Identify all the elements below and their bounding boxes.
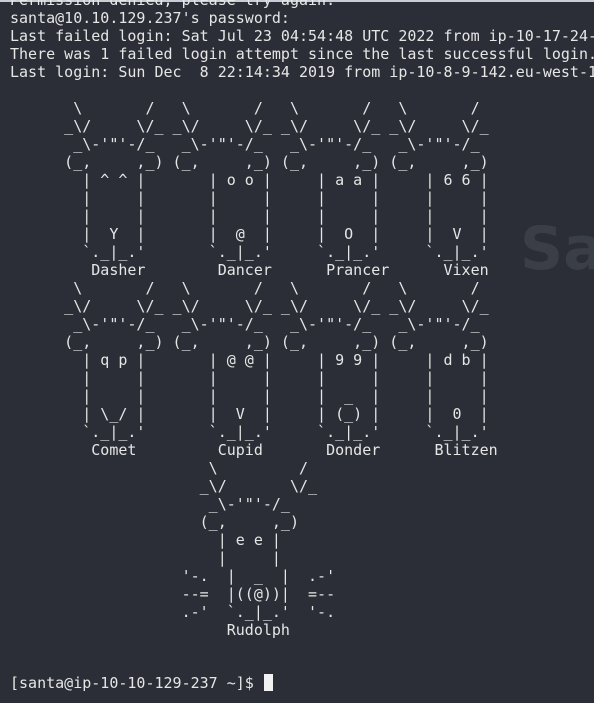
- output-line: Last failed login: Sat Jul 23 04:54:48 U…: [10, 27, 594, 45]
- reindeer-art-line: (_, ,_) (_, ,_) (_, ,_) (_, ,_): [10, 333, 489, 351]
- reindeer-art-line: | \_/ | | V | | (_) | | 0 |: [10, 405, 489, 423]
- terminal-window[interactable]: Santa Permission denied, please try agai…: [0, 0, 594, 703]
- reindeer-art-line: | | | | | | | |: [10, 189, 489, 207]
- rudolph-art-line: | e e |: [10, 531, 281, 549]
- reindeer-art-line: _\/ \/_ _\/ \/_ _\/ \/_ _\/ \/_: [10, 117, 489, 135]
- shell-prompt-line[interactable]: [santa@ip-10-10-129-237 ~]$: [10, 674, 273, 692]
- rudolph-art-line: (_, ,_): [10, 513, 299, 531]
- rudolph-art-line: | |: [10, 549, 281, 567]
- reindeer-art-line: `._|_.' `._|_.' `._|_.' `._|_.': [10, 423, 489, 441]
- reindeer-art-line: \ / \ / \ / \ /: [10, 99, 480, 117]
- output-line: santa@10.10.129.237's password:: [10, 9, 290, 27]
- reindeer-art-line: | Y | | @ | | O | | V |: [10, 225, 489, 243]
- rudolph-name: Rudolph: [10, 621, 290, 639]
- terminal-output: Permission denied, please try again. sant…: [10, 0, 594, 639]
- reindeer-art-line: \ / \ / \ / \ /: [10, 279, 480, 297]
- output-line: Last login: Sun Dec 8 22:14:34 2019 from…: [10, 63, 594, 81]
- reindeer-art-line: `._|_.' `._|_.' `._|_.' `._|_.': [10, 243, 489, 261]
- rudolph-art-line: \ /: [10, 459, 309, 477]
- rudolph-art-line: _\-'"'-/_: [10, 495, 290, 513]
- output-line: Permission denied, please try again.: [10, 0, 336, 9]
- shell-prompt: [santa@ip-10-10-129-237 ~]$: [10, 674, 263, 692]
- reindeer-art-line: (_, ,_) (_, ,_) (_, ,_) (_, ,_): [10, 153, 489, 171]
- reindeer-art-line: | q p | | @ @ | | 9 9 | | d b |: [10, 351, 489, 369]
- reindeer-names-row: Dasher Dancer Prancer Vixen: [10, 261, 489, 279]
- rudolph-art-line: .-' `._|_.' '-.: [10, 603, 336, 621]
- rudolph-art-line: --= |((@))| =--: [10, 585, 336, 603]
- reindeer-names-row: Comet Cupid Donder Blitzen: [10, 441, 498, 459]
- rudolph-art-line: '-. | _ | .-': [10, 567, 336, 585]
- reindeer-art-line: | | | | | _ | | |: [10, 387, 489, 405]
- reindeer-art-line: _\-'"'-/_ _\-'"'-/_ _\-'"'-/_ _\-'"'-/_: [10, 315, 480, 333]
- reindeer-art-line: _\/ \/_ _\/ \/_ _\/ \/_ _\/ \/_: [10, 297, 489, 315]
- reindeer-art-line: _\-'"'-/_ _\-'"'-/_ _\-'"'-/_ _\-'"'-/_: [10, 135, 480, 153]
- rudolph-art-line: _\/ \/_: [10, 477, 318, 495]
- reindeer-art-line: | | | | | | | |: [10, 369, 489, 387]
- text-cursor: [263, 674, 273, 691]
- reindeer-art-line: | | | | | | | |: [10, 207, 489, 225]
- output-line: There was 1 failed login attempt since t…: [10, 45, 594, 63]
- reindeer-art-line: | ^ ^ | | o o | | a a | | 6 6 |: [10, 171, 489, 189]
